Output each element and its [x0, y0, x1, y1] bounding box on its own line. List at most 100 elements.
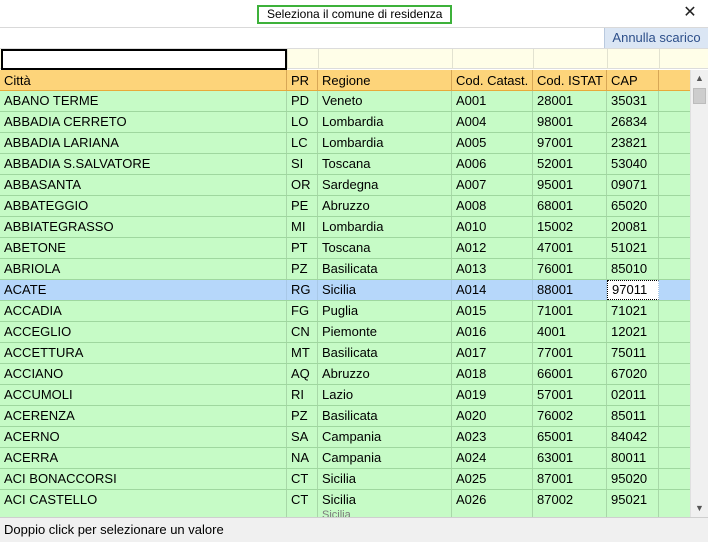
cell-cod-istat[interactable]: 98001: [533, 112, 607, 132]
cell-regione[interactable]: Lombardia: [318, 133, 452, 153]
table-row[interactable]: ACCIANO AQ Abruzzo A018 66001 67020: [0, 364, 690, 385]
cell-pr[interactable]: LC: [287, 133, 318, 153]
cell-cod-istat[interactable]: 15002: [533, 217, 607, 237]
cell-cod-istat[interactable]: 76002: [533, 406, 607, 426]
cell-cod-catast[interactable]: A010: [452, 217, 533, 237]
cell-pr[interactable]: RG: [287, 280, 318, 300]
cell-pr[interactable]: RI: [287, 385, 318, 405]
cell-citta[interactable]: ACI BONACCORSI: [0, 469, 287, 489]
cell-cod-catast[interactable]: A013: [452, 259, 533, 279]
cell-cod-istat[interactable]: 71001: [533, 301, 607, 321]
cell-citta[interactable]: ABBASANTA: [0, 175, 287, 195]
cell-pr[interactable]: PT: [287, 238, 318, 258]
column-header-cod-istat[interactable]: Cod. ISTAT: [533, 70, 607, 91]
cell-cap[interactable]: 67020: [607, 364, 659, 384]
cell-cod-catast[interactable]: A007: [452, 175, 533, 195]
cell-pr[interactable]: [287, 505, 318, 517]
cell-regione[interactable]: Campania: [318, 427, 452, 447]
cell-regione[interactable]: Puglia: [318, 301, 452, 321]
cell-cod-istat[interactable]: [533, 505, 607, 517]
table-row[interactable]: ACERNO SA Campania A023 65001 84042: [0, 427, 690, 448]
cell-cap[interactable]: 65020: [607, 196, 659, 216]
cell-cod-catast[interactable]: A014: [452, 280, 533, 300]
table-row[interactable]: ABRIOLA PZ Basilicata A013 76001 85010: [0, 259, 690, 280]
cell-citta[interactable]: ACCEGLIO: [0, 322, 287, 342]
table-row[interactable]: Sicilia: [0, 505, 690, 517]
cell-cod-istat[interactable]: 63001: [533, 448, 607, 468]
cell-cod-istat[interactable]: 88001: [533, 280, 607, 300]
cell-cod-catast[interactable]: A023: [452, 427, 533, 447]
cell-regione[interactable]: Sardegna: [318, 175, 452, 195]
cell-cod-catast[interactable]: A008: [452, 196, 533, 216]
cell-citta[interactable]: ABETONE: [0, 238, 287, 258]
cell-pr[interactable]: CT: [287, 469, 318, 489]
cell-regione[interactable]: Sicilia: [318, 505, 452, 517]
column-header-citta[interactable]: Città: [0, 70, 287, 91]
cell-pr[interactable]: FG: [287, 301, 318, 321]
close-icon[interactable]: ✕: [680, 3, 700, 23]
cell-cap[interactable]: 75011: [607, 343, 659, 363]
cell-citta[interactable]: ABBIATEGRASSO: [0, 217, 287, 237]
cell-regione[interactable]: Basilicata: [318, 406, 452, 426]
column-header-regione[interactable]: Regione: [318, 70, 452, 91]
cell-cap[interactable]: 26834: [607, 112, 659, 132]
table-row[interactable]: ABBADIA S.SALVATORE SI Toscana A006 52001 530…: [0, 154, 690, 175]
cell-pr[interactable]: AQ: [287, 364, 318, 384]
cell-cod-istat[interactable]: 4001: [533, 322, 607, 342]
scrollbar-thumb[interactable]: [693, 88, 706, 104]
cod-istat-filter-cell[interactable]: [533, 49, 607, 69]
cell-citta[interactable]: [0, 505, 287, 517]
citta-filter-input[interactable]: [1, 49, 287, 70]
cell-cod-istat[interactable]: 47001: [533, 238, 607, 258]
vertical-scrollbar[interactable]: ▲ ▼: [690, 70, 708, 517]
table-row[interactable]: ABANO TERME PD Veneto A001 28001 35031: [0, 91, 690, 112]
cell-pr[interactable]: SI: [287, 154, 318, 174]
cell-pr[interactable]: PE: [287, 196, 318, 216]
cell-cod-catast[interactable]: A015: [452, 301, 533, 321]
cell-cap[interactable]: 85010: [607, 259, 659, 279]
cell-cod-catast[interactable]: A001: [452, 91, 533, 111]
cell-cap[interactable]: 71021: [607, 301, 659, 321]
cell-regione[interactable]: Basilicata: [318, 259, 452, 279]
cell-pr[interactable]: SA: [287, 427, 318, 447]
cell-regione[interactable]: Abruzzo: [318, 196, 452, 216]
table-row[interactable]: ABBADIA CERRETO LO Lombardia A004 98001 26834: [0, 112, 690, 133]
column-header-pr[interactable]: PR: [287, 70, 318, 91]
cell-cod-istat[interactable]: 57001: [533, 385, 607, 405]
cell-cod-istat[interactable]: 76001: [533, 259, 607, 279]
table-row[interactable]: ABBATEGGIO PE Abruzzo A008 68001 65020: [0, 196, 690, 217]
cell-cod-istat[interactable]: 87001: [533, 469, 607, 489]
cell-citta[interactable]: ABANO TERME: [0, 91, 287, 111]
column-header-cod-catast[interactable]: Cod. Catast.: [452, 70, 533, 91]
cell-pr[interactable]: LO: [287, 112, 318, 132]
scroll-down-icon[interactable]: ▼: [691, 500, 708, 517]
column-header-cap[interactable]: CAP: [607, 70, 659, 91]
table-row[interactable]: ACERRA NA Campania A024 63001 80011: [0, 448, 690, 469]
cell-citta[interactable]: ACERRA: [0, 448, 287, 468]
cell-cod-catast[interactable]: A024: [452, 448, 533, 468]
table-row[interactable]: ACCADIA FG Puglia A015 71001 71021: [0, 301, 690, 322]
cell-cod-istat[interactable]: 68001: [533, 196, 607, 216]
cell-cod-istat[interactable]: 95001: [533, 175, 607, 195]
cell-citta[interactable]: ABBATEGGIO: [0, 196, 287, 216]
cell-regione[interactable]: Basilicata: [318, 343, 452, 363]
cap-filter-cell[interactable]: [607, 49, 659, 69]
cell-cod-catast[interactable]: A018: [452, 364, 533, 384]
annulla-scarico-button[interactable]: Annulla scarico: [604, 28, 708, 48]
cell-pr[interactable]: OR: [287, 175, 318, 195]
table-row[interactable]: ACCEGLIO CN Piemonte A016 4001 12021: [0, 322, 690, 343]
cell-cap[interactable]: 53040: [607, 154, 659, 174]
cell-cap[interactable]: 23821: [607, 133, 659, 153]
cell-regione[interactable]: Toscana: [318, 154, 452, 174]
cell-citta[interactable]: ACCETTURA: [0, 343, 287, 363]
cell-citta[interactable]: ABBADIA S.SALVATORE: [0, 154, 287, 174]
cell-pr[interactable]: MT: [287, 343, 318, 363]
cell-cod-catast[interactable]: A005: [452, 133, 533, 153]
cell-regione[interactable]: Lazio: [318, 385, 452, 405]
cell-cod-catast[interactable]: A006: [452, 154, 533, 174]
cell-regione[interactable]: Piemonte: [318, 322, 452, 342]
cell-citta[interactable]: ABRIOLA: [0, 259, 287, 279]
cell-regione[interactable]: Abruzzo: [318, 364, 452, 384]
cell-cod-catast[interactable]: A020: [452, 406, 533, 426]
cell-regione[interactable]: Campania: [318, 448, 452, 468]
